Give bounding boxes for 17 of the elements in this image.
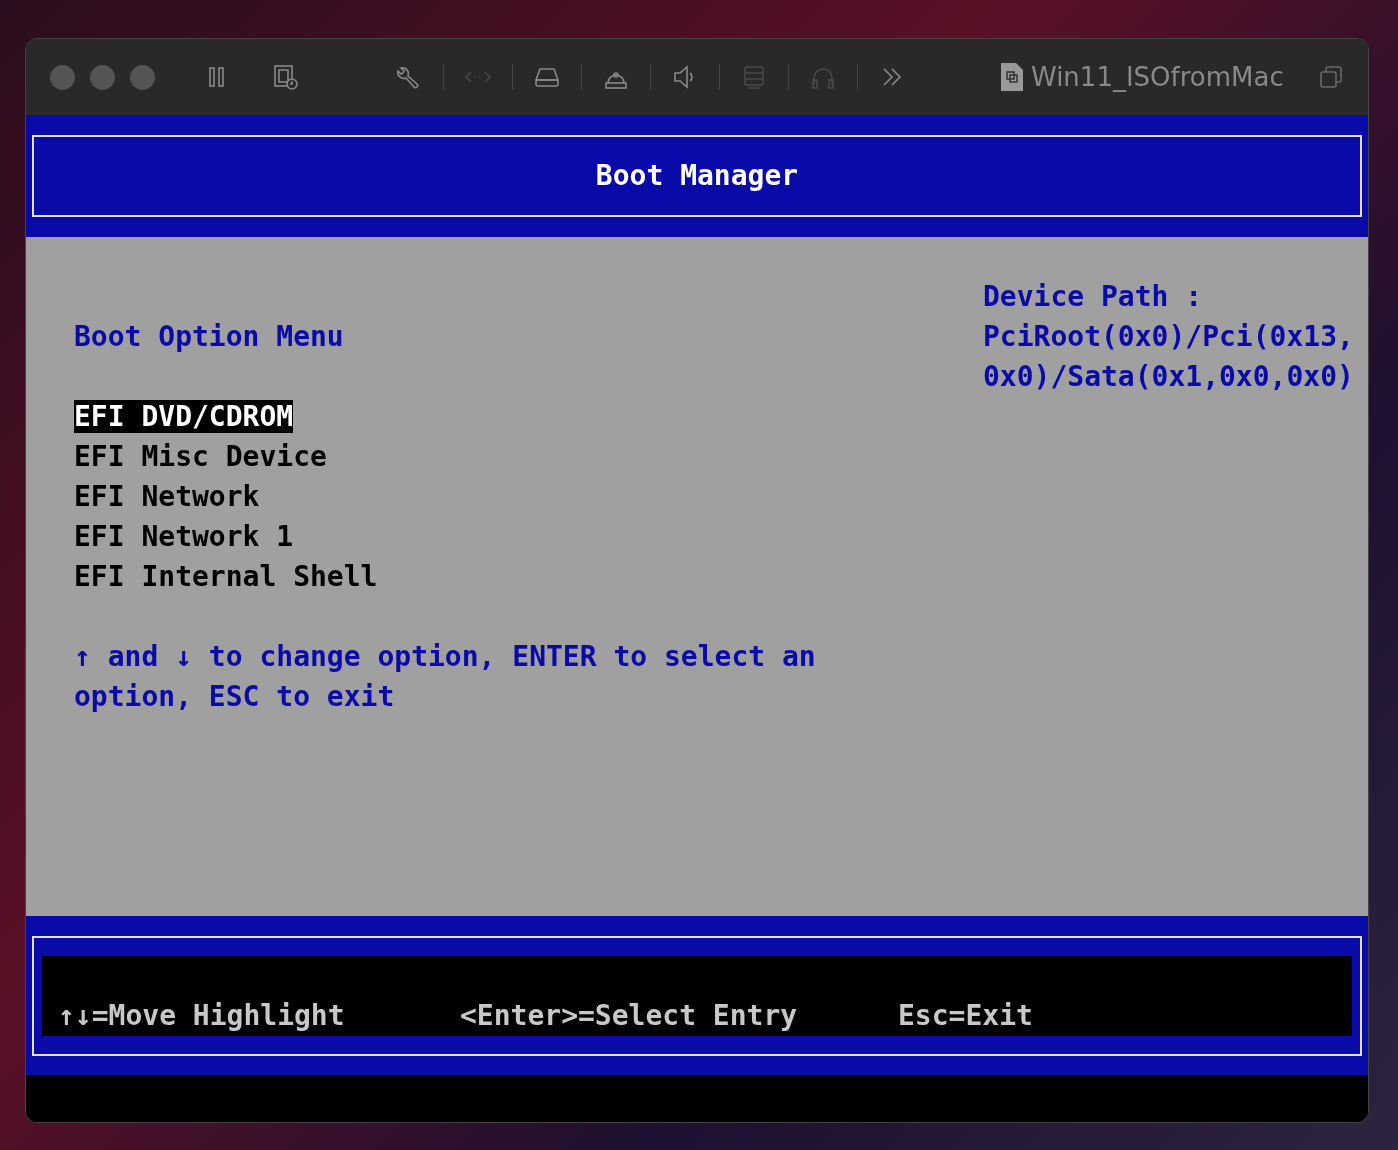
key-hint: ↑↓=Move Highlight (58, 997, 346, 1034)
screen-title: Boot Manager (595, 158, 799, 194)
document-icon (1001, 63, 1023, 91)
help-text: ↑ and ↓ to change option, ENTER to select an option, ESC to exit (74, 639, 817, 715)
boot-option[interactable]: EFI Misc Device (74, 440, 327, 473)
window-title: Win11_ISOfromMac (1031, 60, 1284, 94)
boot-option[interactable]: EFI Network 1 (74, 520, 294, 553)
boot-option[interactable]: EFI Network (74, 480, 260, 513)
windows-icon[interactable] (1318, 64, 1344, 90)
key-hint: <Enter>=Select Entry (460, 997, 799, 1034)
key-hint: Esc=Exit (898, 997, 1033, 1034)
device-path: PciRoot(0x0)/Pci(0x13,0x0)/Sata(0x1,0x0,0x0) (983, 319, 1354, 395)
snapshot-icon[interactable] (271, 63, 299, 91)
device-path-label: Device Path : (983, 279, 1204, 315)
boot-option[interactable]: EFI Internal Shell (74, 560, 378, 593)
section-heading: Boot Option Menu (74, 319, 345, 355)
boot-option[interactable]: EFI DVD/CDROM (74, 400, 294, 433)
